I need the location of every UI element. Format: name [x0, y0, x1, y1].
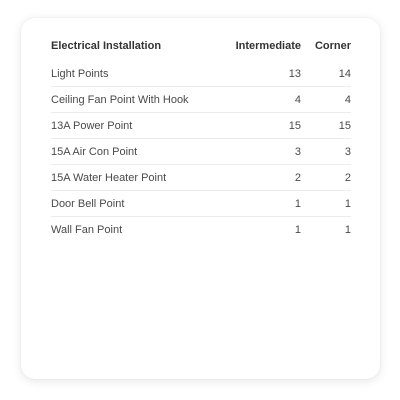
row-item-label: Door Bell Point — [51, 190, 227, 217]
column-header-intermediate: Intermediate — [235, 40, 301, 52]
row-intermediate-value: 4 — [227, 86, 301, 113]
row-corner-value: 14 — [301, 61, 351, 87]
row-intermediate-value: 3 — [227, 138, 301, 165]
row-item-label: 13A Power Point — [51, 112, 227, 139]
row-corner-value: 1 — [301, 190, 351, 217]
row-intermediate-value: 15 — [227, 112, 301, 139]
table-row: Ceiling Fan Point With Hook 4 4 — [51, 86, 351, 113]
row-item-label: 15A Air Con Point — [51, 138, 227, 165]
table-row: Light Points 13 14 — [51, 61, 351, 87]
column-header-corner: Corner — [314, 40, 351, 52]
row-corner-value: 4 — [301, 86, 351, 113]
row-intermediate-value: 1 — [294, 223, 301, 236]
row-corner-value: 2 — [301, 164, 351, 191]
table-row: Wall Fan Point 1 1 — [51, 217, 351, 243]
specification-card: Electrical Installation Intermediate Cor… — [21, 18, 380, 379]
row-corner-value: 1 — [344, 223, 351, 236]
table-row: Door Bell Point 1 1 — [51, 190, 351, 217]
row-item-label: Wall Fan Point — [51, 223, 123, 236]
row-intermediate-value: 1 — [227, 190, 301, 217]
row-corner-value: 15 — [301, 112, 351, 139]
row-intermediate-value: 2 — [227, 164, 301, 191]
table-header-row: Electrical Installation Intermediate Cor… — [51, 37, 351, 61]
column-header-item: Electrical Installation — [51, 40, 162, 52]
electrical-installation-table: Electrical Installation Intermediate Cor… — [51, 37, 351, 242]
row-corner-value: 3 — [301, 138, 351, 165]
table-row: 15A Water Heater Point 2 2 — [51, 164, 351, 191]
row-item-label: 15A Water Heater Point — [51, 164, 227, 191]
row-item-label: Light Points — [51, 61, 227, 87]
table-row: 15A Air Con Point 3 3 — [51, 138, 351, 165]
row-item-label: Ceiling Fan Point With Hook — [51, 86, 227, 113]
table-row: 13A Power Point 15 15 — [51, 112, 351, 139]
row-intermediate-value: 13 — [227, 61, 301, 87]
